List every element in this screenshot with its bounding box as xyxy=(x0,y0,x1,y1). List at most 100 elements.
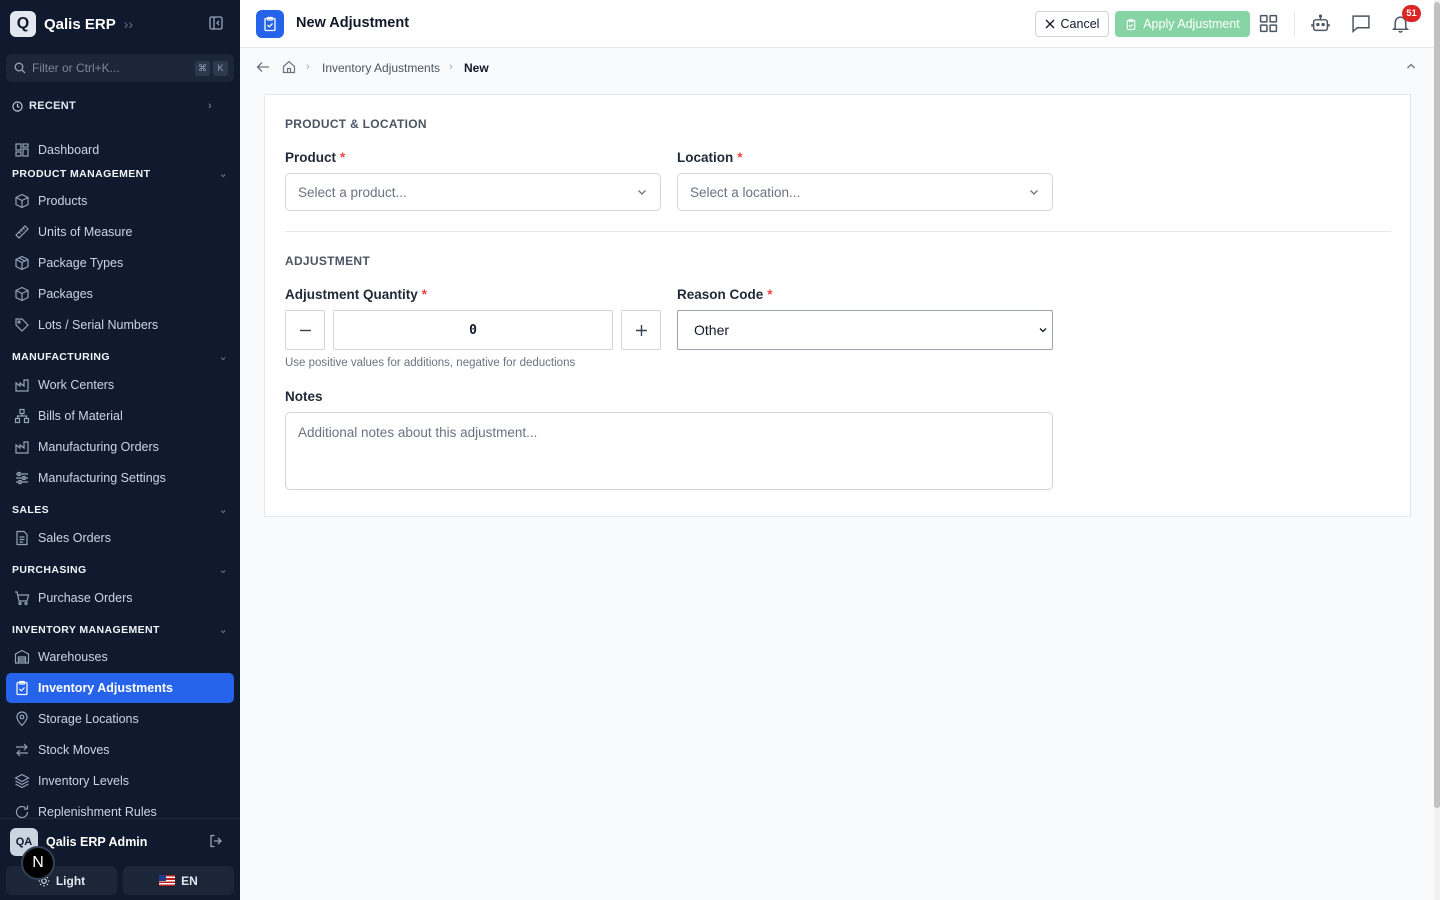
sidebar-item-sales-orders[interactable]: Sales Orders xyxy=(6,523,234,553)
apply-label: Apply Adjustment xyxy=(1143,17,1240,31)
chevrons-right-icon: ›› xyxy=(123,16,134,32)
layers-icon xyxy=(14,773,30,789)
warehouse-icon xyxy=(14,649,30,664)
sidebar-item-manufacturing-orders[interactable]: Manufacturing Orders xyxy=(6,432,234,462)
floating-n-badge[interactable]: N xyxy=(21,846,55,880)
sidebar-item-products[interactable]: Products xyxy=(6,186,234,216)
sidebar-item-work-centers[interactable]: Work Centers xyxy=(6,370,234,400)
chevron-down-icon: ⌄ xyxy=(218,564,228,576)
product-label: Product * xyxy=(285,150,345,165)
recent-toggle[interactable]: RECENT › xyxy=(12,99,212,113)
section-label: MANUFACTURING xyxy=(12,351,110,363)
notes-label: Notes xyxy=(285,389,323,404)
kbd-k: K xyxy=(213,60,228,76)
cart-icon xyxy=(15,591,30,606)
bot-icon[interactable] xyxy=(1311,14,1330,33)
sidebar-collapse-icon[interactable] xyxy=(209,16,223,30)
sidebar-item-units-of-measure[interactable]: Units of Measure xyxy=(6,217,234,247)
language-button[interactable]: EN xyxy=(123,866,234,895)
sliders-icon xyxy=(16,471,28,485)
location-select[interactable]: Select a location... xyxy=(677,173,1053,211)
dashboard-icon xyxy=(15,143,29,157)
factory-icon xyxy=(15,379,29,392)
chevron-down-icon xyxy=(1030,190,1038,195)
map-pin-icon xyxy=(16,711,28,727)
home-icon[interactable] xyxy=(282,60,296,74)
user-name[interactable]: Qalis ERP Admin xyxy=(46,835,147,849)
cancel-button[interactable]: Cancel xyxy=(1035,11,1109,37)
brand[interactable]: Q Qalis ERP ›› xyxy=(10,10,133,38)
reason-label-text: Reason Code xyxy=(677,287,764,302)
chevron-up-icon[interactable] xyxy=(1406,61,1416,71)
section-sales[interactable]: SALES ⌄ xyxy=(12,503,228,517)
sidebar-item-label: Inventory Adjustments xyxy=(38,681,173,695)
section-label: SALES xyxy=(12,504,50,516)
reason-value: Other xyxy=(694,322,730,338)
scrollbar-thumb[interactable] xyxy=(1434,2,1440,808)
sidebar-item-packages[interactable]: Packages xyxy=(6,279,234,309)
app-logo: Q xyxy=(10,11,36,37)
page-title: New Adjustment xyxy=(296,15,410,31)
product-placeholder: Select a product... xyxy=(298,184,407,200)
required-marker: * xyxy=(767,287,773,302)
top-bar: New Adjustment Cancel Apply Adjustment 5… xyxy=(240,0,1434,48)
section-label: PURCHASING xyxy=(12,564,87,576)
section-manufacturing[interactable]: MANUFACTURING ⌄ xyxy=(12,350,228,364)
theme-label: Light xyxy=(55,873,86,888)
app-name: Qalis ERP xyxy=(44,15,116,33)
sidebar-item-bills-of-material[interactable]: Bills of Material xyxy=(6,401,234,431)
us-flag-icon xyxy=(159,875,176,886)
package-icon xyxy=(15,286,29,302)
reason-code-select[interactable]: Other xyxy=(677,310,1053,350)
sidebar-item-inventory-levels[interactable]: Inventory Levels xyxy=(6,766,234,796)
clipboard-check-icon xyxy=(16,680,28,696)
sidebar-item-warehouses[interactable]: Warehouses xyxy=(6,642,234,672)
recent-label: RECENT xyxy=(29,100,77,112)
plus-icon xyxy=(635,324,647,336)
sidebar-item-purchase-orders[interactable]: Purchase Orders xyxy=(6,583,234,613)
sidebar-item-label: Stock Moves xyxy=(38,743,110,757)
quantity-input[interactable]: 0 xyxy=(333,310,613,350)
sidebar-item-manufacturing-settings[interactable]: Manufacturing Settings xyxy=(6,463,234,493)
ruler-icon xyxy=(15,225,29,239)
product-select[interactable]: Select a product... xyxy=(285,173,661,211)
sidebar-item-label: Dashboard xyxy=(38,143,100,157)
sidebar-item-label: Manufacturing Settings xyxy=(38,471,166,485)
arrow-left-icon[interactable] xyxy=(256,61,270,73)
package-icon xyxy=(15,255,29,271)
sidebar-filter-input[interactable]: Filter or Ctrl+K... ⌘ K xyxy=(6,54,234,82)
notes-textarea[interactable]: Additional notes about this adjustment..… xyxy=(285,412,1053,490)
logout-icon[interactable] xyxy=(209,834,223,848)
apply-adjustment-button[interactable]: Apply Adjustment xyxy=(1115,11,1250,37)
sidebar-item-label: Units of Measure xyxy=(38,225,133,239)
sidebar-item-label: Package Types xyxy=(38,256,124,270)
sidebar-item-package-types[interactable]: Package Types xyxy=(6,248,234,278)
search-icon xyxy=(14,62,26,74)
decrement-button[interactable] xyxy=(285,310,325,350)
clipboard-check-icon xyxy=(256,10,284,38)
section-title-adjustment: ADJUSTMENT xyxy=(285,254,371,268)
sidebar: Q Qalis ERP ›› Filter or Ctrl+K... ⌘ K R… xyxy=(0,0,240,900)
chevron-right-icon: › xyxy=(208,100,212,112)
location-label: Location * xyxy=(677,150,743,165)
sidebar-item-label: Storage Locations xyxy=(38,712,139,726)
sidebar-item-storage-locations[interactable]: Storage Locations xyxy=(6,704,234,734)
cancel-label: Cancel xyxy=(1060,17,1100,31)
section-inventory-management[interactable]: INVENTORY MANAGEMENT ⌄ xyxy=(12,623,228,637)
sidebar-item-lots-serial[interactable]: Lots / Serial Numbers xyxy=(6,310,234,340)
section-product-management[interactable]: PRODUCT MANAGEMENT ⌄ xyxy=(12,167,228,181)
sidebar-item-inventory-adjustments[interactable]: Inventory Adjustments xyxy=(6,673,234,703)
grid-icon[interactable] xyxy=(1259,14,1278,33)
breadcrumb-inventory-adjustments[interactable]: Inventory Adjustments xyxy=(322,61,440,75)
sidebar-item-stock-moves[interactable]: Stock Moves xyxy=(6,735,234,765)
sidebar-item-dashboard[interactable]: Dashboard xyxy=(6,135,234,165)
page-scrollbar[interactable] xyxy=(1434,0,1440,900)
chevron-down-icon xyxy=(1039,328,1047,333)
increment-button[interactable] xyxy=(621,310,661,350)
section-purchasing[interactable]: PURCHASING ⌄ xyxy=(12,563,228,577)
chat-icon[interactable] xyxy=(1351,14,1371,33)
required-marker: * xyxy=(340,150,346,165)
notes-placeholder: Additional notes about this adjustment..… xyxy=(298,425,538,440)
chevron-down-icon: ⌄ xyxy=(218,624,228,636)
notification-badge: 51 xyxy=(1402,5,1421,22)
